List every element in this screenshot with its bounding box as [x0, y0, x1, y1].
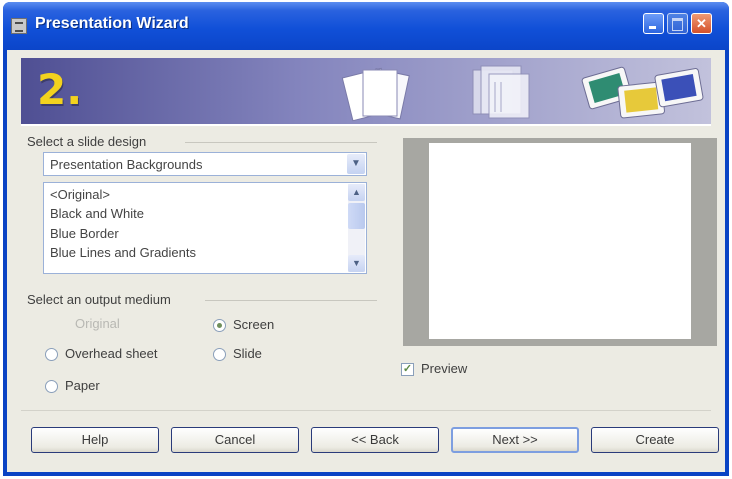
- step-number: 2.: [37, 65, 83, 114]
- slide-design-divider: [185, 142, 377, 143]
- list-item[interactable]: Blue Border: [50, 226, 119, 242]
- output-medium-label: Select an output medium: [27, 292, 171, 307]
- window-title: Presentation Wizard: [35, 15, 189, 32]
- radio-slide-button[interactable]: [213, 348, 226, 361]
- dialog-body: 2. Select a slide design Presentation Ba…: [7, 50, 725, 472]
- radio-paper-label[interactable]: Paper: [65, 378, 100, 393]
- wizard-window: Presentation Wizard ✕ 2. Select a slide …: [3, 2, 729, 476]
- preview-slide: [429, 143, 691, 339]
- preview-area: [403, 138, 717, 346]
- scroll-thumb[interactable]: [348, 203, 365, 229]
- design-category-select[interactable]: Presentation Backgrounds ▼: [43, 152, 367, 176]
- list-item[interactable]: Black and White: [50, 206, 144, 222]
- create-button[interactable]: Create: [591, 427, 719, 453]
- scroll-down-icon[interactable]: ▼: [348, 255, 365, 272]
- help-button[interactable]: Help: [31, 427, 159, 453]
- button-divider: [21, 410, 711, 411]
- list-item[interactable]: <Original>: [50, 187, 110, 203]
- next-button[interactable]: Next >>: [451, 427, 579, 453]
- minimize-button[interactable]: [643, 13, 664, 34]
- radio-overhead-button[interactable]: [45, 348, 58, 361]
- preview-checkbox-label[interactable]: Preview: [421, 361, 467, 376]
- design-list-scrollbar[interactable]: ▲ ▼: [348, 184, 365, 272]
- radio-original-label: Original: [75, 316, 120, 331]
- slides-stack-icon: [341, 67, 410, 122]
- preview-checkbox[interactable]: ✓: [401, 363, 414, 376]
- maximize-button[interactable]: [667, 13, 688, 34]
- list-item[interactable]: Blue Lines and Gradients: [50, 245, 196, 261]
- back-button[interactable]: << Back: [311, 427, 439, 453]
- slide-design-label: Select a slide design: [27, 134, 147, 149]
- design-category-value: Presentation Backgrounds: [50, 157, 203, 172]
- radio-overhead-label[interactable]: Overhead sheet: [65, 346, 158, 361]
- chevron-down-icon[interactable]: ▼: [347, 154, 365, 174]
- app-icon: [11, 18, 27, 34]
- radio-paper-button[interactable]: [45, 380, 58, 393]
- scroll-up-icon[interactable]: ▲: [348, 184, 365, 201]
- title-bar[interactable]: Presentation Wizard ✕: [3, 2, 729, 50]
- radio-screen-label[interactable]: Screen: [233, 317, 274, 332]
- design-list[interactable]: <Original> Black and White Blue Border B…: [43, 182, 367, 274]
- colored-slides-icon: [581, 66, 704, 119]
- output-medium-divider: [205, 300, 377, 301]
- radio-slide-label[interactable]: Slide: [233, 346, 262, 361]
- wizard-banner: 2.: [21, 58, 711, 126]
- slide-layers-icon: [472, 65, 530, 119]
- radio-screen-button[interactable]: [213, 319, 226, 332]
- cancel-button[interactable]: Cancel: [171, 427, 299, 453]
- close-button[interactable]: ✕: [691, 13, 712, 34]
